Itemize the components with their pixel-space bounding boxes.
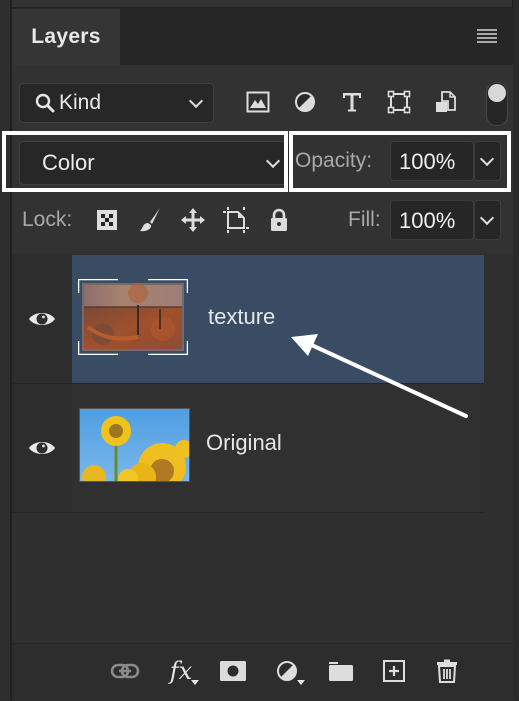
new-layer-icon[interactable] [377, 656, 411, 686]
layer-name[interactable]: texture [208, 304, 275, 330]
row-divider [12, 512, 484, 513]
fill-label: Fill: [348, 208, 381, 231]
layer-row-original[interactable]: Original [12, 384, 484, 512]
hamburger-menu-icon[interactable] [477, 29, 497, 45]
fill-dropdown-button[interactable] [474, 200, 501, 240]
new-adjustment-layer-icon[interactable] [270, 656, 305, 686]
layer-name[interactable]: Original [206, 430, 282, 456]
link-layers-icon[interactable] [108, 656, 142, 686]
lock-transparent-pixels-icon[interactable] [94, 206, 120, 234]
window-top-edge [0, 0, 519, 8]
shape-layer-filter-icon[interactable] [383, 87, 415, 117]
layer-style-fx-icon[interactable]: fx [164, 656, 199, 686]
type-layer-filter-icon[interactable] [336, 87, 368, 117]
lock-image-pixels-icon[interactable] [137, 206, 163, 234]
layer-main-area[interactable]: texture [72, 255, 484, 383]
pixel-layer-filter-icon[interactable] [242, 87, 274, 117]
dropdown-triangle-icon [191, 680, 199, 685]
lock-label: Lock: [22, 208, 73, 231]
layers-panel-body: Kind Color Opacity: 100% Lock: Fill: 100… [2, 65, 513, 701]
window-right-edge [512, 0, 519, 700]
window-left-edge [0, 0, 12, 700]
layers-list: texture Original [12, 253, 513, 693]
toggle-knob [488, 84, 506, 102]
chevron-down-icon [479, 210, 495, 226]
add-mask-icon[interactable] [216, 656, 250, 686]
new-group-folder-icon[interactable] [324, 656, 358, 686]
adjustment-layer-filter-icon[interactable] [289, 87, 321, 117]
fill-value: 100% [399, 208, 456, 233]
lock-all-icon[interactable] [266, 206, 292, 234]
delete-layer-trash-icon[interactable] [430, 656, 464, 686]
dropdown-triangle-icon [297, 680, 305, 685]
eye-icon [29, 313, 55, 325]
filter-kind-select[interactable]: Kind [19, 83, 214, 123]
lock-icon-group [94, 205, 309, 235]
layers-panel-window: Layers Kind Color Opacity: 100% Lock: Fi… [0, 0, 519, 701]
visibility-toggle[interactable] [12, 255, 73, 383]
opacity-highlight-box [289, 131, 511, 192]
smart-object-filter-icon[interactable] [430, 87, 462, 117]
panel-tab-bar: Layers [12, 9, 513, 65]
filter-icon-group [242, 87, 477, 117]
blend-mode-highlight-box [2, 131, 288, 192]
fx-label: fx [169, 657, 193, 685]
chevron-down-icon [188, 93, 204, 109]
visibility-toggle[interactable] [12, 384, 73, 512]
magnifier-icon [35, 93, 55, 113]
fill-input[interactable]: 100% [390, 200, 474, 240]
layer-main-area[interactable]: Original [72, 384, 484, 512]
filter-kind-label: Kind [59, 91, 102, 114]
layers-bottom-toolbar: fx [12, 643, 513, 701]
eye-icon [29, 442, 55, 454]
lock-artboard-icon[interactable] [223, 206, 249, 234]
layer-thumbnail-original [79, 408, 190, 482]
lock-position-icon[interactable] [180, 206, 206, 234]
filter-toggle-switch[interactable] [486, 82, 508, 126]
layer-thumbnail-texture [78, 279, 188, 355]
tab-layers[interactable]: Layers [12, 9, 120, 65]
layer-row-texture[interactable]: texture [12, 255, 484, 383]
